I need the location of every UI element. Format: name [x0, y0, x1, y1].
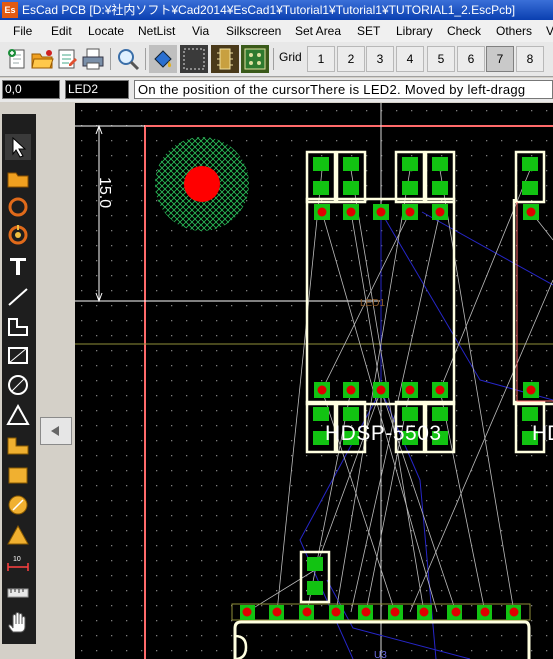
paint-bucket-icon[interactable]: [149, 45, 177, 73]
ruler-icon[interactable]: [5, 580, 31, 606]
toolbar-separator: [110, 48, 111, 70]
mounting-hole-pad[interactable]: [184, 166, 220, 202]
menu-check[interactable]: Check: [447, 20, 481, 42]
menu-edit[interactable]: Edit: [51, 20, 72, 42]
save-icon[interactable]: [53, 45, 81, 73]
grid-button-7[interactable]: 7: [486, 46, 514, 72]
chevron-left-icon: [51, 426, 59, 436]
grid-button-5[interactable]: 5: [427, 46, 455, 72]
polyline-icon[interactable]: [5, 313, 31, 339]
title-bar: Es EsCad PCB [D:¥社内ソフト¥Cad2014¥EsCad1¥Tu…: [0, 0, 553, 20]
toolbar-separator: [145, 48, 146, 70]
grid-button-8[interactable]: 8: [516, 46, 544, 72]
menu-set[interactable]: SET: [357, 20, 380, 42]
menu-file[interactable]: File: [13, 20, 32, 42]
hand-icon[interactable]: [5, 610, 31, 636]
grid-button-6[interactable]: 6: [457, 46, 485, 72]
menu-locate[interactable]: Locate: [88, 20, 124, 42]
menu-via[interactable]: Via: [192, 20, 209, 42]
dimension-icon[interactable]: 10: [5, 551, 31, 577]
grid-button-2[interactable]: 2: [337, 46, 365, 72]
status-bar: 0,0 LED2 On the position of the cursorTh…: [0, 78, 553, 102]
menu-netlist[interactable]: NetList: [138, 20, 175, 42]
menu-silkscreen[interactable]: Silkscreen: [226, 20, 281, 42]
print-icon[interactable]: [79, 45, 107, 73]
reference-label: LED1: [360, 298, 385, 309]
status-message: On the position of the cursorThere is LE…: [134, 80, 553, 99]
pcb-canvas[interactable]: 15.0 HDSP-5503 H LED1 U3: [75, 103, 553, 659]
window-title: EsCad PCB [D:¥社内ソフト¥Cad2014¥EsCad1¥Tutor…: [22, 3, 516, 17]
board-icon[interactable]: [241, 45, 269, 73]
menu-bar: File Edit Locate NetList Via Silkscreen …: [0, 20, 553, 42]
fill-circle-icon[interactable]: [5, 492, 31, 518]
grid-button-4[interactable]: 4: [396, 46, 424, 72]
selected-part-readout: LED2: [65, 80, 129, 99]
fill-triangle-icon[interactable]: [5, 522, 31, 548]
rectangle-icon[interactable]: [5, 342, 31, 368]
toolbar-separator: [273, 48, 274, 70]
line-icon[interactable]: [5, 283, 31, 309]
collapse-panel-button[interactable]: [40, 417, 72, 445]
circle-pad-icon[interactable]: [5, 222, 31, 248]
escad-logo-icon: Es: [2, 2, 18, 18]
menu-view[interactable]: V: [546, 20, 553, 42]
menu-set-area[interactable]: Set Area: [295, 20, 341, 42]
circle-icon[interactable]: [5, 194, 31, 220]
svg-text:10: 10: [13, 556, 21, 563]
tool-palette: 10: [2, 114, 36, 644]
coordinate-readout: 0,0: [2, 80, 60, 99]
grid-button-3[interactable]: 3: [366, 46, 394, 72]
part-label: HDSP-5503: [325, 422, 442, 445]
fill-rectangle-icon[interactable]: [5, 462, 31, 488]
ic-reference-label: U3: [374, 650, 387, 659]
part-label-cut: HD: [532, 422, 553, 445]
select-arrow-icon[interactable]: [5, 134, 31, 160]
menu-library[interactable]: Library: [396, 20, 433, 42]
text-icon[interactable]: [5, 253, 31, 279]
grid-button-1[interactable]: 1: [307, 46, 335, 72]
open-folder-icon[interactable]: [28, 45, 56, 73]
fill-polygon-icon[interactable]: [5, 432, 31, 458]
select-area-icon[interactable]: [180, 45, 208, 73]
triangle-icon[interactable]: [5, 402, 31, 428]
component-icon[interactable]: [211, 45, 239, 73]
zoom-icon[interactable]: [114, 45, 142, 73]
dimension-label: 15.0: [96, 177, 113, 208]
menu-others[interactable]: Others: [496, 20, 532, 42]
new-file-icon[interactable]: [3, 45, 31, 73]
grid-label: Grid: [279, 50, 302, 64]
arc-icon[interactable]: [5, 372, 31, 398]
toolbar: Grid 1 2 3 4 5 6 7 8: [0, 42, 553, 77]
folder-icon[interactable]: [5, 165, 31, 191]
